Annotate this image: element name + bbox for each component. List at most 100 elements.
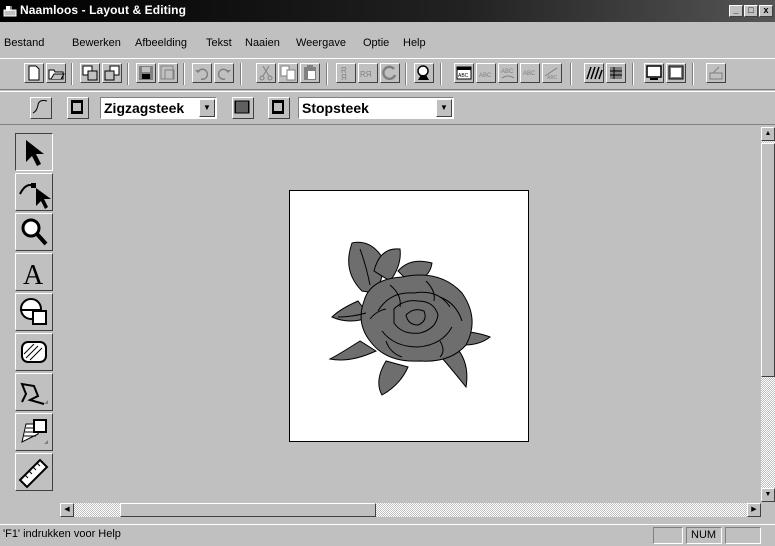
scroll-left-icon[interactable]: ◀ <box>60 503 74 517</box>
export-button[interactable] <box>102 63 122 83</box>
fill-stitch-icon <box>234 100 250 114</box>
line-sew-button[interactable] <box>30 97 52 119</box>
new-file-button[interactable] <box>24 63 44 83</box>
toolbar-separator <box>692 63 694 85</box>
stitch-pattern-button[interactable] <box>584 63 604 83</box>
region-color-button[interactable] <box>268 97 290 119</box>
text-layout-button[interactable]: ABC <box>454 63 474 83</box>
line-stitch-select[interactable]: Zigzagsteek ▼ <box>100 97 217 119</box>
export-icon <box>104 65 120 81</box>
copy-button[interactable] <box>278 63 298 83</box>
scroll-up-icon[interactable]: ▲ <box>761 127 775 141</box>
scroll-down-icon[interactable]: ▼ <box>761 488 775 502</box>
save-as-button[interactable] <box>158 63 178 83</box>
scissors-icon <box>259 65 273 81</box>
ruler-icon <box>18 458 49 489</box>
text-wave-button[interactable]: ABC <box>520 63 540 83</box>
text-slant-icon: ABC <box>544 67 558 81</box>
text-slant-button[interactable]: ABC <box>542 63 562 83</box>
dropdown-arrow-icon[interactable]: ▼ <box>199 99 215 117</box>
shape-tool[interactable] <box>15 293 53 331</box>
preview-button[interactable] <box>644 63 664 83</box>
menu-afbeelding[interactable]: Afbeelding <box>135 37 187 49</box>
text-tool[interactable]: A <box>15 253 53 291</box>
color-swatch-icon <box>272 100 284 114</box>
card-write-icon <box>709 66 723 80</box>
vertical-scrollbar[interactable]: ▲ ▼ <box>761 127 775 502</box>
region-stitch-select[interactable]: Stopsteek ▼ <box>298 97 454 119</box>
write-to-card-button[interactable] <box>706 63 726 83</box>
import-button[interactable] <box>80 63 100 83</box>
person-magnifier-icon <box>417 65 429 80</box>
flip-vertical-button[interactable]: RЯ <box>336 63 356 83</box>
zoom-icon <box>21 218 48 246</box>
import-icon <box>82 65 98 81</box>
scroll-right-icon[interactable]: ▶ <box>747 503 761 517</box>
horizontal-scrollbar[interactable]: ◀ ▶ <box>60 503 761 517</box>
text-wave-icon: ABC <box>523 71 536 77</box>
color-swatch-icon <box>71 100 83 114</box>
line-color-button[interactable] <box>67 97 89 119</box>
restore-button[interactable]: □ <box>744 5 758 17</box>
image-wizard-button[interactable] <box>414 63 434 83</box>
realistic-preview-button[interactable] <box>666 63 686 83</box>
svg-text:Я: Я <box>341 73 347 82</box>
select-tool[interactable] <box>15 133 53 171</box>
menu-bestand[interactable]: Bestand <box>4 37 44 49</box>
manual-punch-tool[interactable] <box>15 373 53 411</box>
menu-weergave[interactable]: Weergave <box>296 37 346 49</box>
preview-detail-icon <box>668 65 684 80</box>
open-folder-icon <box>48 69 65 80</box>
point-edit-tool[interactable] <box>15 173 53 211</box>
rose-design[interactable] <box>290 191 530 443</box>
dropdown-arrow-icon[interactable]: ▼ <box>436 99 452 117</box>
zoom-tool[interactable] <box>15 213 53 251</box>
region-stitch-value: Stopsteek <box>302 100 369 116</box>
text-arch-icon: ABC <box>501 69 515 79</box>
status-num-indicator: NUM <box>686 527 722 544</box>
tool-palette: A <box>15 133 55 493</box>
paste-button[interactable] <box>300 63 320 83</box>
undo-button[interactable] <box>192 63 212 83</box>
paste-icon <box>304 65 316 80</box>
region-sew-button[interactable] <box>232 97 254 119</box>
stitch-repeat-icon <box>21 419 48 444</box>
redo-button[interactable] <box>214 63 234 83</box>
app-icon <box>3 6 17 17</box>
status-help-text: 'F1' indrukken voor Help <box>3 528 121 540</box>
stitch-fill-button[interactable] <box>606 63 626 83</box>
monitor-icon <box>646 65 662 80</box>
svg-text:ABC: ABC <box>501 69 514 75</box>
save-button[interactable] <box>136 63 156 83</box>
measure-tool[interactable] <box>15 453 53 491</box>
fill-tool[interactable] <box>15 333 53 371</box>
toolbar-separator <box>240 63 242 85</box>
minimize-button[interactable]: _ <box>729 5 743 17</box>
menu-naaien[interactable]: Naaien <box>245 37 280 49</box>
flip-horizontal-icon: RЯ <box>360 70 372 79</box>
svg-text:ABC: ABC <box>547 75 558 81</box>
shape-icon <box>20 298 47 325</box>
window-title: Naamloos - Layout & Editing <box>20 3 187 17</box>
horizontal-scroll-thumb[interactable] <box>120 503 376 517</box>
menu-tekst[interactable]: Tekst <box>206 37 232 49</box>
text-arc-button[interactable]: ABC <box>476 63 496 83</box>
redo-icon <box>217 68 231 80</box>
toolbar-separator <box>326 63 328 85</box>
menu-bewerken[interactable]: Bewerken <box>72 37 121 49</box>
cut-button[interactable] <box>256 63 276 83</box>
text-arch-button[interactable]: ABC <box>498 63 518 83</box>
title-bar: Naamloos - Layout & Editing _ □ x <box>0 0 775 22</box>
svg-text:ABC: ABC <box>479 73 492 79</box>
open-file-button[interactable] <box>46 63 66 83</box>
menu-help[interactable]: Help <box>403 37 426 49</box>
embroidery-canvas[interactable] <box>289 190 529 442</box>
rotate-button[interactable] <box>380 63 400 83</box>
menu-optie[interactable]: Optie <box>363 37 389 49</box>
vertical-scroll-thumb[interactable] <box>761 143 775 377</box>
stitch-fill-icon <box>610 67 622 79</box>
flip-horizontal-button[interactable]: RЯ <box>358 63 378 83</box>
close-button[interactable]: x <box>759 5 773 17</box>
toolbar-separator <box>570 63 572 85</box>
stitch-repeat-tool[interactable] <box>15 413 53 451</box>
